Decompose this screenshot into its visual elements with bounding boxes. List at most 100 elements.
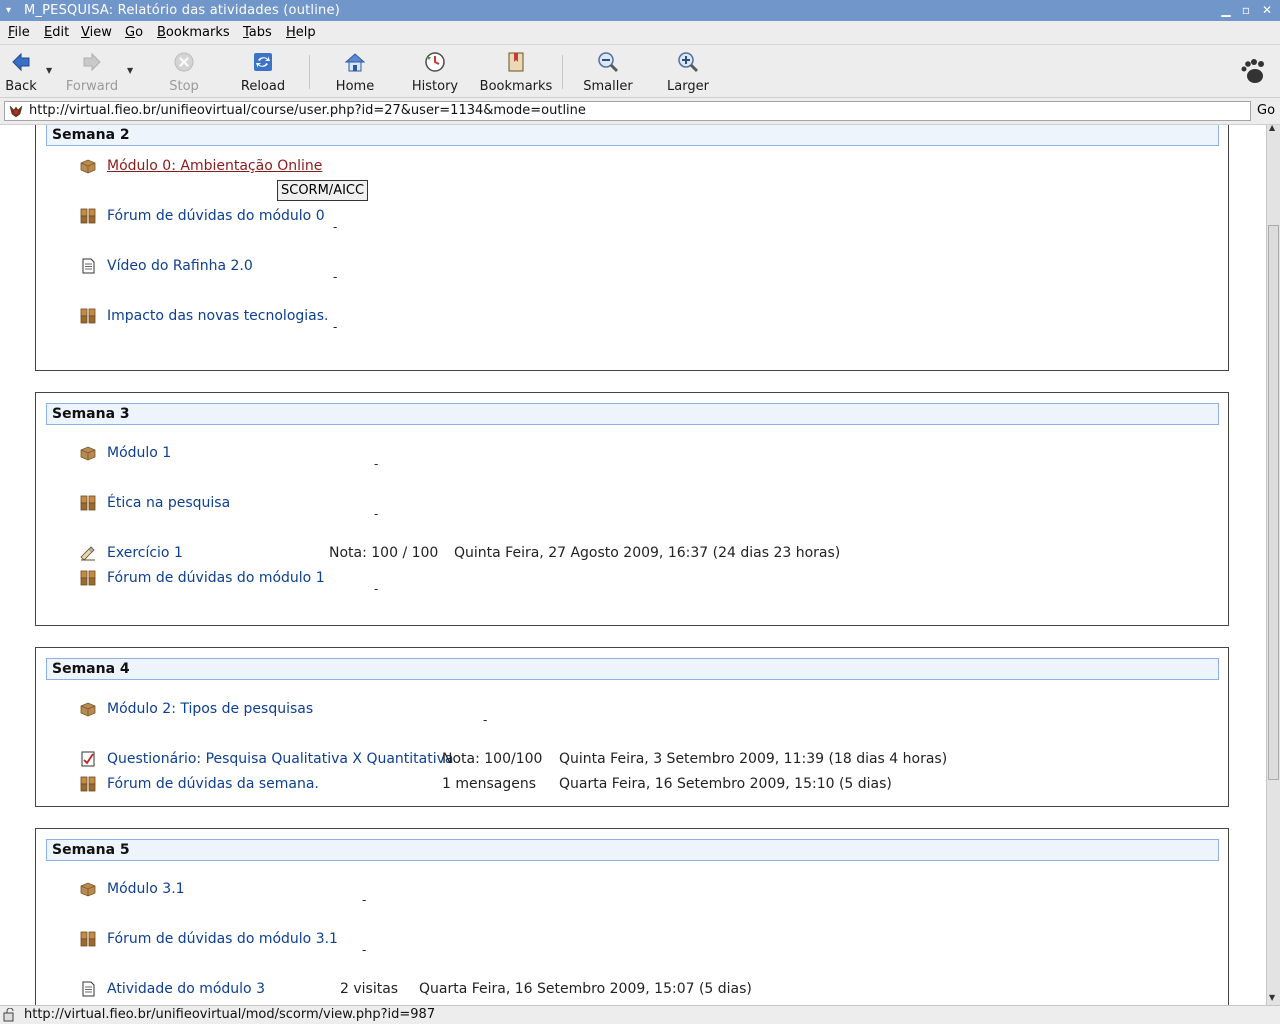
menu-help[interactable]: Help bbox=[286, 25, 316, 40]
activity-link[interactable]: Fórum de dúvidas do módulo 3.1 bbox=[107, 931, 338, 947]
activity-link[interactable]: Impacto das novas tecnologias. bbox=[107, 308, 328, 324]
back-history-dropdown-icon[interactable]: ▼ bbox=[46, 66, 52, 75]
activity-link[interactable]: Atividade do módulo 3 bbox=[107, 981, 265, 997]
back-button[interactable]: Back bbox=[4, 47, 38, 95]
activity-views: 2 visitas bbox=[340, 981, 399, 997]
activity-link[interactable]: Módulo 0: Ambientação Online bbox=[107, 158, 322, 174]
activity-no-info: - bbox=[374, 582, 379, 596]
status-bar: http://virtual.fieo.br/unifieovirtual/mo… bbox=[0, 1005, 1280, 1024]
forum-icon bbox=[80, 308, 96, 324]
activity-link[interactable]: Módulo 1 bbox=[107, 445, 171, 461]
history-icon bbox=[425, 52, 445, 72]
url-field[interactable]: http://virtual.fieo.br/unifieovirtual/co… bbox=[4, 101, 1251, 121]
back-arrow-icon bbox=[12, 52, 30, 72]
week-section: Semana 5 Módulo 3.1 - Fórum de dúvidas d… bbox=[35, 828, 1229, 1005]
zoom-out-button[interactable]: Smaller bbox=[580, 47, 636, 95]
bookmarks-label: Bookmarks bbox=[479, 79, 553, 94]
activity-link[interactable]: Ética na pesquisa bbox=[107, 495, 230, 511]
activity-link[interactable]: Módulo 3.1 bbox=[107, 881, 185, 897]
home-icon bbox=[344, 53, 366, 72]
section-heading: Semana 4 bbox=[46, 658, 1219, 680]
minimize-icon[interactable]: ▁ bbox=[1216, 0, 1236, 21]
menu-file[interactable]: File bbox=[8, 25, 30, 40]
activity-no-info: - bbox=[333, 320, 338, 334]
window-title: M_PESQUISA: Relatório das atividades (ou… bbox=[24, 3, 340, 18]
reload-button[interactable]: Reload bbox=[240, 47, 286, 95]
navigation-toolbar: Back ▼ Forward ▼ Stop Reload Home Histor… bbox=[0, 45, 1280, 98]
forum-icon bbox=[80, 495, 96, 511]
activity-link[interactable]: Fórum de dúvidas da semana. bbox=[107, 776, 319, 792]
scroll-up-icon[interactable]: ▲ bbox=[1269, 123, 1275, 132]
activity-link[interactable]: Questionário: Pesquisa Qualitativa X Qua… bbox=[107, 751, 454, 767]
activity-link[interactable]: Vídeo do Rafinha 2.0 bbox=[107, 258, 253, 274]
gnome-foot-icon bbox=[1241, 59, 1264, 83]
section-heading: Semana 2 bbox=[46, 125, 1219, 146]
activity-link[interactable]: Módulo 2: Tipos de pesquisas bbox=[107, 701, 313, 717]
week-section: Semana 2 Módulo 0: Ambientação Online Fó… bbox=[35, 125, 1229, 371]
window-menu-icon[interactable]: ▾ bbox=[6, 0, 11, 21]
resource-page-icon bbox=[82, 258, 95, 274]
menu-tabs[interactable]: Tabs bbox=[243, 25, 272, 40]
zoom-in-button[interactable]: Larger bbox=[663, 47, 713, 95]
quiz-icon bbox=[81, 751, 95, 767]
larger-label: Larger bbox=[667, 79, 709, 94]
activity-no-info: - bbox=[362, 943, 367, 957]
week-section: Semana 4 Módulo 2: Tipos de pesquisas - … bbox=[35, 647, 1229, 807]
activity-no-info: - bbox=[374, 457, 379, 471]
menu-view[interactable]: View bbox=[81, 25, 112, 40]
assignment-icon bbox=[80, 546, 95, 561]
menu-edit[interactable]: Edit bbox=[44, 25, 69, 40]
zoom-in-icon bbox=[678, 52, 699, 73]
activity-last-access: Quinta Feira, 27 Agosto 2009, 16:37 (24 … bbox=[454, 545, 841, 561]
forward-history-dropdown-icon[interactable]: ▼ bbox=[127, 66, 133, 75]
toolbar-separator bbox=[309, 55, 310, 89]
reload-label: Reload bbox=[240, 79, 286, 94]
scrollbar-thumb[interactable] bbox=[1268, 225, 1279, 780]
bookmarks-icon bbox=[508, 52, 524, 72]
scroll-down-icon[interactable]: ▼ bbox=[1269, 993, 1275, 1002]
activity-no-info: - bbox=[362, 893, 367, 907]
activity-no-info: - bbox=[483, 713, 488, 727]
url-text[interactable]: http://virtual.fieo.br/unifieovirtual/co… bbox=[29, 102, 586, 120]
menu-bookmarks[interactable]: Bookmarks bbox=[157, 25, 230, 40]
home-label: Home bbox=[335, 79, 375, 94]
activity-link[interactable]: Fórum de dúvidas do módulo 1 bbox=[107, 570, 325, 586]
forum-icon bbox=[80, 570, 96, 586]
close-icon[interactable]: ✕ bbox=[1257, 0, 1277, 21]
menu-bar: File Edit View Go Bookmarks Tabs Help bbox=[0, 21, 1280, 45]
home-button[interactable]: Home bbox=[334, 47, 376, 95]
menu-go[interactable]: Go bbox=[125, 25, 143, 40]
forward-arrow-icon bbox=[83, 52, 101, 72]
zoom-out-icon bbox=[598, 52, 619, 73]
resource-page-icon bbox=[82, 981, 95, 997]
section-heading: Semana 3 bbox=[46, 403, 1219, 425]
activity-no-info: - bbox=[374, 507, 379, 521]
maximize-icon[interactable]: ▫ bbox=[1236, 0, 1256, 21]
link-status-icon bbox=[3, 1008, 14, 1022]
vertical-scrollbar[interactable]: ▲ ▼ bbox=[1266, 123, 1280, 1005]
stop-label: Stop bbox=[169, 79, 199, 94]
toolbar-separator bbox=[562, 55, 563, 89]
history-label: History bbox=[411, 79, 459, 94]
scorm-package-icon bbox=[80, 159, 96, 174]
activity-link[interactable]: Exercício 1 bbox=[107, 545, 183, 561]
activity-last-access: Quarta Feira, 16 Setembro 2009, 15:07 (5… bbox=[419, 981, 752, 997]
forum-icon bbox=[80, 776, 96, 792]
activity-posts: 1 mensagens bbox=[442, 776, 537, 792]
activity-no-info: - bbox=[333, 270, 338, 284]
activity-link[interactable]: Fórum de dúvidas do módulo 0 bbox=[107, 208, 325, 224]
go-button[interactable]: Go bbox=[1257, 103, 1275, 118]
forward-button[interactable]: Forward bbox=[64, 47, 120, 95]
history-button[interactable]: History bbox=[410, 47, 460, 95]
page-content: Semana 2 Módulo 0: Ambientação Online Fó… bbox=[0, 125, 1266, 1005]
link-tooltip: SCORM/AICC bbox=[277, 180, 369, 201]
stop-button[interactable]: Stop bbox=[166, 47, 202, 95]
forum-icon bbox=[80, 931, 96, 947]
stop-icon bbox=[174, 52, 194, 72]
scorm-package-icon bbox=[80, 702, 96, 717]
address-bar: http://virtual.fieo.br/unifieovirtual/co… bbox=[0, 98, 1280, 125]
bookmarks-button[interactable]: Bookmarks bbox=[478, 47, 554, 95]
window-titlebar: ▾ M_PESQUISA: Relatório das atividades (… bbox=[0, 0, 1280, 21]
scorm-package-icon bbox=[80, 882, 96, 897]
activity-grade: Nota: 100 / 100 bbox=[329, 545, 439, 561]
